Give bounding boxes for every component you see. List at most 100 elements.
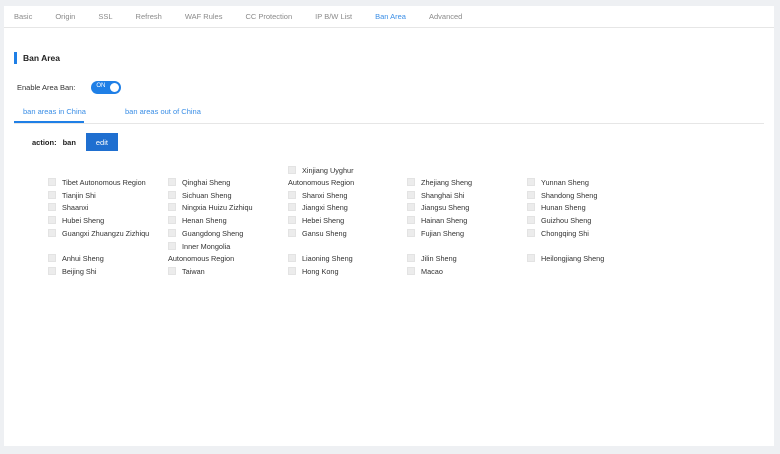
- area-ban-toggle[interactable]: ON: [91, 81, 122, 94]
- region-checkbox-item[interactable]: Henan Sheng: [168, 215, 227, 226]
- region-label: Shanxi Sheng: [302, 191, 348, 200]
- checkbox[interactable]: [407, 267, 415, 275]
- region-label: Tibet Autonomous Region: [62, 178, 146, 187]
- region-checkbox-item[interactable]: Liaoning Sheng: [288, 253, 353, 264]
- checkbox[interactable]: [48, 216, 56, 224]
- region-checkbox-item[interactable]: Qinghai Sheng: [168, 177, 230, 188]
- region-label: Macao: [421, 267, 443, 276]
- checkbox[interactable]: [288, 267, 296, 275]
- tab-basic[interactable]: Basic: [14, 12, 32, 21]
- checkbox[interactable]: [407, 178, 415, 186]
- region-label: Fujian Sheng: [421, 229, 465, 238]
- checkbox[interactable]: [288, 191, 296, 199]
- checkbox[interactable]: [288, 216, 296, 224]
- region-label: Hubei Sheng: [62, 216, 105, 225]
- region-checkbox-item[interactable]: Gansu Sheng: [288, 228, 347, 239]
- region-label: Henan Sheng: [182, 216, 227, 225]
- region-checkbox-item[interactable]: Hubei Sheng: [48, 215, 104, 226]
- region-checkbox-item[interactable]: Zhejiang Sheng: [407, 177, 472, 188]
- region-checkbox-item[interactable]: Chongqing Shi: [527, 228, 589, 239]
- tab-ban-area[interactable]: Ban Area: [375, 12, 406, 21]
- region-checkbox-item[interactable]: Anhui Sheng: [48, 253, 104, 264]
- tab-ban-areas-out-of-china[interactable]: ban areas out of China: [125, 107, 201, 116]
- tab-ssl[interactable]: SSL: [98, 12, 112, 21]
- checkbox[interactable]: [168, 203, 176, 211]
- checkbox[interactable]: [407, 203, 415, 211]
- checkbox[interactable]: [168, 267, 176, 275]
- tab-refresh[interactable]: Refresh: [136, 12, 162, 21]
- checkbox[interactable]: [168, 216, 176, 224]
- region-checkbox-item[interactable]: Jilin Sheng: [407, 253, 457, 264]
- region-checkbox-item[interactable]: Shanghai Shi: [407, 190, 464, 201]
- checkbox[interactable]: [48, 178, 56, 186]
- action-label: action:: [32, 137, 57, 147]
- checkbox[interactable]: [168, 178, 176, 186]
- checkbox[interactable]: [168, 191, 176, 199]
- region-checkbox-item[interactable]: Ningxia Huizu Zizhiqu: [168, 202, 253, 213]
- region-checkbox-item[interactable]: Hunan Sheng: [527, 202, 586, 213]
- tab-ban-areas-in-china[interactable]: ban areas in China: [23, 107, 86, 116]
- tab-origin[interactable]: Origin: [55, 12, 75, 21]
- region-checkbox-item[interactable]: Sichuan Sheng: [168, 190, 232, 201]
- checkbox[interactable]: [527, 178, 535, 186]
- checkbox[interactable]: [288, 254, 296, 262]
- checkbox[interactable]: [527, 254, 535, 262]
- region-checkbox-item[interactable]: Shanxi Sheng: [288, 190, 347, 201]
- region-label: Shandong Sheng: [541, 191, 598, 200]
- region-checkbox-item[interactable]: Beijing Shi: [48, 266, 96, 277]
- checkbox[interactable]: [288, 166, 296, 174]
- region-checkbox-item[interactable]: Tianjin Shi: [48, 190, 96, 201]
- region-label-continued: Autonomous Region: [168, 254, 235, 263]
- region-checkbox-item[interactable]: Shaanxi: [48, 202, 88, 213]
- checkbox[interactable]: [48, 203, 56, 211]
- checkbox[interactable]: [48, 254, 56, 262]
- region-checkbox-item[interactable]: Inner Mongolia: [168, 241, 230, 252]
- region-checkbox-item[interactable]: Macao: [407, 266, 443, 277]
- checkbox[interactable]: [527, 203, 535, 211]
- section-header: Ban Area: [14, 52, 60, 64]
- checkbox[interactable]: [407, 229, 415, 237]
- checkbox[interactable]: [168, 229, 176, 237]
- region-checkbox-item[interactable]: Guangxi Zhuangzu Zizhiqu: [48, 228, 149, 239]
- checkbox[interactable]: [288, 203, 296, 211]
- region-label: Hebei Sheng: [302, 216, 345, 225]
- tab-advanced[interactable]: Advanced: [429, 12, 462, 21]
- checkbox[interactable]: [48, 191, 56, 199]
- checkbox[interactable]: [48, 267, 56, 275]
- region-checkbox-item[interactable]: Jiangsu Sheng: [407, 202, 469, 213]
- checkbox[interactable]: [407, 216, 415, 224]
- region-label-continued: Autonomous Region: [288, 178, 355, 187]
- edit-button[interactable]: edit: [85, 133, 118, 151]
- region-label: Tianjin Shi: [62, 191, 96, 200]
- tab-waf-rules[interactable]: WAF Rules: [185, 12, 223, 21]
- region-checkbox-item[interactable]: Hebei Sheng: [288, 215, 344, 226]
- region-label: Anhui Sheng: [62, 254, 104, 263]
- tab-ip-bw-list[interactable]: IP B/W List: [315, 12, 352, 21]
- region-checkbox-item[interactable]: Hainan Sheng: [407, 215, 467, 226]
- region-label: Shanghai Shi: [421, 191, 465, 200]
- region-checkbox-item[interactable]: Shandong Sheng: [527, 190, 597, 201]
- tab-cc-protection[interactable]: CC Protection: [245, 12, 292, 21]
- region-label: Gansu Sheng: [302, 229, 347, 238]
- region-checkbox-item[interactable]: Guizhou Sheng: [527, 215, 591, 226]
- checkbox[interactable]: [407, 191, 415, 199]
- region-checkbox-item[interactable]: Hong Kong: [288, 266, 339, 277]
- region-checkbox-item[interactable]: Tibet Autonomous Region: [48, 177, 146, 188]
- region-checkbox-item[interactable]: Heilongjiang Sheng: [527, 253, 604, 264]
- region-label: Heilongjiang Sheng: [541, 254, 605, 263]
- checkbox[interactable]: [407, 254, 415, 262]
- region-checkbox-item[interactable]: Jiangxi Sheng: [288, 202, 348, 213]
- region-checkbox-item[interactable]: Yunnan Sheng: [527, 177, 589, 188]
- checkbox[interactable]: [527, 216, 535, 224]
- checkbox[interactable]: [527, 191, 535, 199]
- region-checkbox-item[interactable]: Fujian Sheng: [407, 228, 464, 239]
- checkbox[interactable]: [168, 242, 176, 250]
- region-checkbox-item[interactable]: Xinjiang Uyghur: [288, 165, 354, 176]
- checkbox[interactable]: [288, 229, 296, 237]
- checkbox[interactable]: [527, 229, 535, 237]
- region-checkbox-item[interactable]: Guangdong Sheng: [168, 228, 243, 239]
- checkbox[interactable]: [48, 229, 56, 237]
- region-label: Hong Kong: [302, 267, 339, 276]
- region-checkbox-item[interactable]: Taiwan: [168, 266, 205, 277]
- region-label: Ningxia Huizu Zizhiqu: [182, 203, 253, 212]
